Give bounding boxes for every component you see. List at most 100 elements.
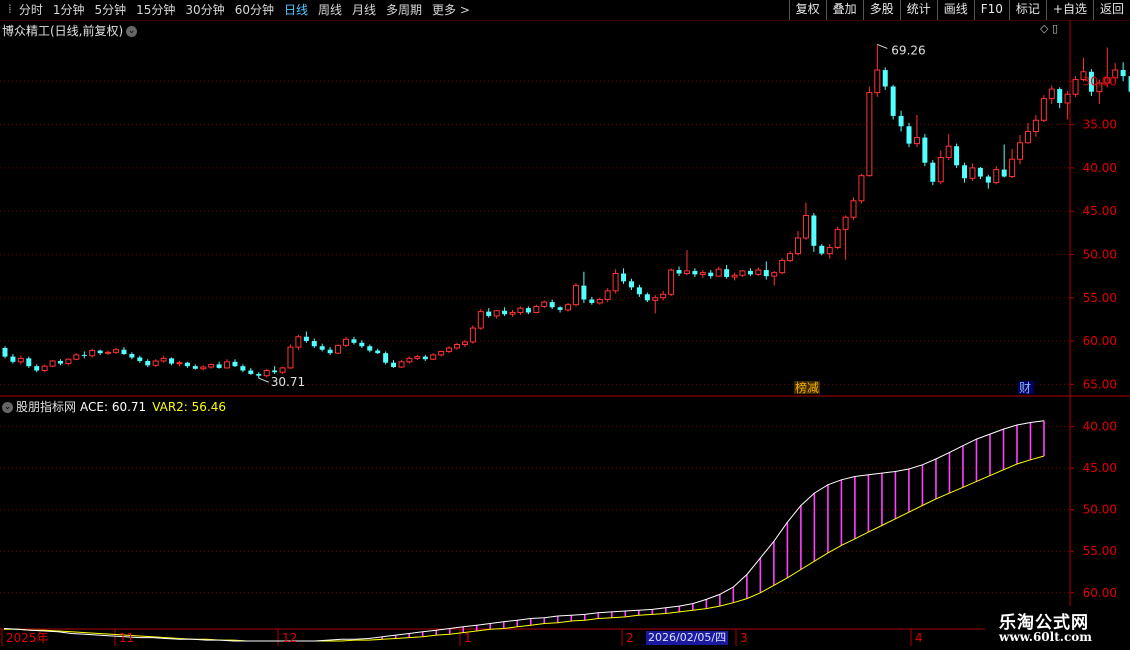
- main-y-tick-label: 50.00: [1083, 247, 1117, 261]
- candle-body: [200, 366, 207, 370]
- candle-body: [1064, 93, 1071, 104]
- candle-body: [811, 215, 817, 246]
- candle-body: [311, 341, 317, 347]
- candle-body: [565, 304, 572, 311]
- candle-body: [683, 270, 690, 275]
- candle-body: [121, 349, 127, 355]
- candle-body: [224, 361, 231, 369]
- kline-chart[interactable]: 65.00 60.00 55.00 50.00 45.00 40.00 35.00 30.00…: [0, 0, 1130, 650]
- candle-body: [557, 307, 563, 310]
- candle-body: [152, 360, 159, 366]
- candle-body: [628, 281, 634, 288]
- candle-body: [327, 349, 333, 354]
- event-marker-2: 财: [1019, 381, 1031, 395]
- candle-body: [985, 176, 991, 183]
- candle-body: [34, 366, 40, 371]
- candle-body: [461, 341, 468, 346]
- candle-body: [184, 362, 190, 367]
- candle-body: [945, 145, 952, 158]
- chevron-down-icon[interactable]: ⌄: [2, 402, 13, 413]
- candle-body: [81, 354, 87, 356]
- candle-body: [383, 353, 389, 363]
- candle-body: [708, 272, 714, 277]
- candle-body: [240, 366, 246, 371]
- indicator-name: 股朋指标网: [16, 400, 77, 414]
- main-y-tick-label: 35.00: [1083, 118, 1117, 132]
- candle-body: [739, 270, 746, 276]
- candle-body: [874, 69, 881, 94]
- indicator-title[interactable]: ⌄ 股朋指标网 ACE: 60.71 VAR2: 56.46: [2, 398, 226, 415]
- candle-body: [279, 367, 286, 373]
- high-price-label: 69.26: [891, 43, 925, 57]
- candle-body: [771, 272, 778, 277]
- candle-body: [1048, 88, 1055, 100]
- candle-body: [898, 115, 904, 127]
- x-axis-label: 12: [282, 631, 297, 645]
- candle-body: [747, 270, 753, 275]
- candle-body: [866, 92, 873, 177]
- candle-body: [391, 362, 397, 368]
- candle-body: [763, 270, 769, 277]
- candle-body: [890, 86, 896, 116]
- candle-body: [73, 354, 80, 360]
- candle-body: [469, 327, 476, 343]
- candle-body: [493, 310, 500, 317]
- candle-body: [652, 297, 659, 301]
- candle-body: [430, 354, 437, 360]
- candle-body: [446, 347, 453, 352]
- candle-body: [913, 137, 920, 145]
- candle-body: [256, 373, 262, 376]
- low-price-label: 30.71: [271, 375, 305, 389]
- candle-body: [581, 285, 587, 300]
- x-axis-label: 11: [119, 631, 134, 645]
- x-axis-label: 3: [740, 631, 748, 645]
- x-axis-label: 1: [464, 631, 472, 645]
- candle-body: [248, 370, 254, 374]
- candle-body: [937, 156, 944, 183]
- candle-body: [1057, 89, 1063, 103]
- main-y-tick-label: 55.00: [1083, 291, 1117, 305]
- candle-body: [533, 305, 540, 313]
- candle-body: [303, 336, 309, 342]
- candle-body: [105, 351, 112, 354]
- candle-body: [1009, 158, 1016, 178]
- candle-body: [715, 268, 722, 277]
- x-axis-label: 2025年: [6, 631, 49, 645]
- candle-body: [58, 360, 64, 364]
- candle-body: [517, 307, 524, 313]
- candle-body: [922, 137, 928, 163]
- candle-body: [422, 356, 428, 360]
- x-axis-label: 4: [915, 631, 923, 645]
- candle-body: [906, 126, 912, 144]
- candle-body: [604, 290, 611, 300]
- candle-body: [834, 228, 841, 249]
- candle-body: [660, 293, 667, 299]
- candle-body: [858, 175, 865, 202]
- candle-body: [263, 369, 270, 377]
- candle-body: [589, 299, 595, 303]
- candle-body: [549, 302, 555, 308]
- candle-body: [359, 342, 365, 347]
- candle-body: [367, 346, 373, 351]
- candle-body: [97, 350, 103, 354]
- candle-body: [272, 370, 278, 373]
- candle-body: [113, 349, 120, 353]
- candle-body: [295, 336, 302, 348]
- high-pointer: [877, 43, 888, 49]
- candle-body: [525, 308, 531, 313]
- candle-body: [1032, 119, 1039, 133]
- candle-body: [962, 165, 968, 179]
- candle-body: [477, 311, 484, 329]
- candle-body: [1017, 142, 1024, 160]
- candle-body: [731, 274, 738, 278]
- candle-body: [137, 357, 143, 361]
- candle-body: [319, 346, 325, 350]
- candle-body: [454, 344, 461, 349]
- watermark-url: www.60lt.com: [999, 630, 1092, 644]
- candle-body: [342, 338, 349, 346]
- candle-body: [89, 350, 96, 357]
- indicator-y-tick-label: 50.00: [1083, 503, 1117, 517]
- candle-body: [842, 216, 849, 230]
- candle-body: [49, 360, 56, 367]
- candle-body: [232, 361, 238, 367]
